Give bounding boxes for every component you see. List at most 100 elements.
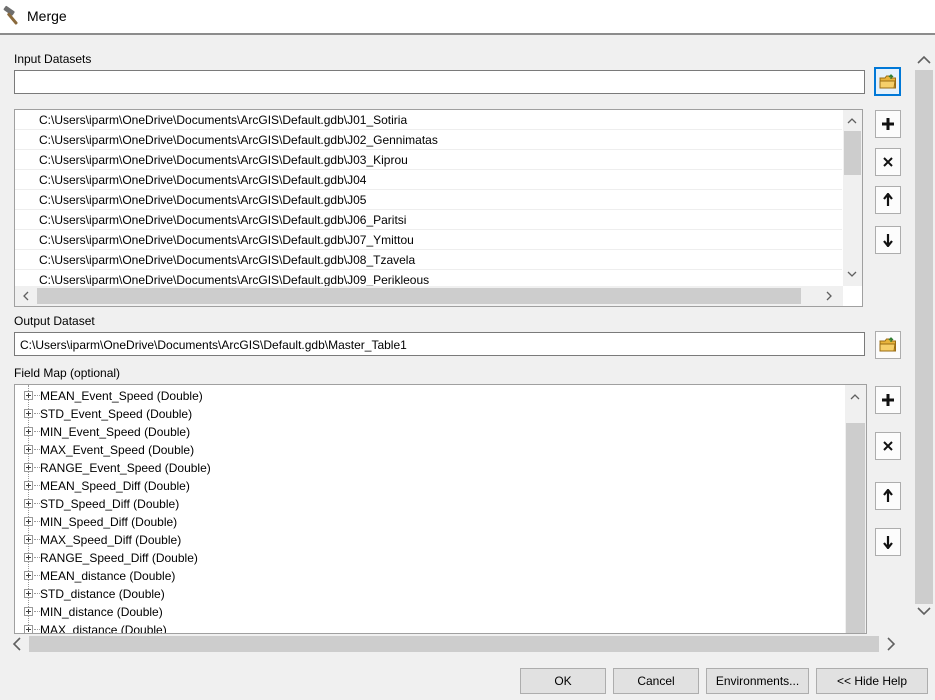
move-field-up-button[interactable]	[875, 482, 901, 510]
hide-help-button[interactable]: << Hide Help	[816, 668, 928, 694]
field-map-item[interactable]: MEAN_Speed_Diff (Double)	[15, 477, 835, 495]
add-field-button[interactable]	[875, 386, 901, 414]
chevron-left-icon[interactable]	[17, 288, 33, 304]
input-list-vscroll[interactable]	[843, 110, 862, 286]
input-dataset-row[interactable]: C:\Users\iparm\OneDrive\Documents\ArcGIS…	[15, 190, 842, 210]
input-list-vscroll-thumb[interactable]	[844, 131, 861, 175]
field-map-item[interactable]: MEAN_Event_Speed (Double)	[15, 387, 835, 405]
field-map-item-label: STD_Speed_Diff (Double)	[40, 497, 180, 511]
input-dataset-row[interactable]: C:\Users\iparm\OneDrive\Documents\ArcGIS…	[15, 210, 842, 230]
ok-button[interactable]: OK	[520, 668, 606, 694]
expand-plus-icon[interactable]	[24, 517, 33, 526]
input-dataset-row[interactable]: C:\Users\iparm\OneDrive\Documents\ArcGIS…	[15, 250, 842, 270]
chevron-down-icon[interactable]	[844, 266, 860, 282]
input-datasets-label: Input Datasets	[14, 52, 92, 66]
arrow-up-icon	[883, 489, 893, 502]
field-map-item[interactable]: MEAN_distance (Double)	[15, 567, 835, 585]
output-dataset-label: Output Dataset	[14, 314, 95, 328]
expand-plus-icon[interactable]	[24, 571, 33, 580]
hammer-icon	[3, 5, 18, 25]
add-input-button[interactable]	[875, 110, 901, 138]
field-map-item-label: MIN_Speed_Diff (Double)	[40, 515, 178, 529]
dialog-hscroll-thumb[interactable]	[29, 636, 879, 652]
field-map-item-label: MEAN_distance (Double)	[40, 569, 176, 583]
expand-plus-icon[interactable]	[24, 445, 33, 454]
field-map-item[interactable]: STD_Speed_Diff (Double)	[15, 495, 835, 513]
field-map-item[interactable]: MAX_distance (Double)	[15, 621, 835, 634]
dialog-hscroll[interactable]	[0, 634, 913, 654]
chevron-up-icon[interactable]	[844, 112, 860, 128]
field-map-item[interactable]: STD_distance (Double)	[15, 585, 835, 603]
chevron-down-icon[interactable]	[916, 603, 932, 619]
input-datasets-list: C:\Users\iparm\OneDrive\Documents\ArcGIS…	[14, 109, 863, 307]
input-dataset-row[interactable]: C:\Users\iparm\OneDrive\Documents\ArcGIS…	[15, 150, 842, 170]
merge-dialog: Merge Input Datasets C:\Users\iparm\OneD…	[0, 0, 935, 700]
cancel-button[interactable]: Cancel	[613, 668, 699, 694]
input-dataset-row[interactable]: C:\Users\iparm\OneDrive\Documents\ArcGIS…	[15, 130, 842, 150]
output-dataset-field[interactable]: C:\Users\iparm\OneDrive\Documents\ArcGIS…	[14, 332, 865, 356]
field-map-vscroll-thumb[interactable]	[846, 423, 865, 633]
field-map-item-label: RANGE_Event_Speed (Double)	[40, 461, 211, 475]
field-map-item-label: STD_Event_Speed (Double)	[40, 407, 193, 421]
cross-icon	[883, 157, 893, 167]
plus-icon	[882, 118, 894, 130]
input-dataset-row[interactable]: C:\Users\iparm\OneDrive\Documents\ArcGIS…	[15, 170, 842, 190]
input-dataset-row[interactable]: C:\Users\iparm\OneDrive\Documents\ArcGIS…	[15, 110, 842, 130]
field-map-item-label: MIN_Event_Speed (Double)	[40, 425, 191, 439]
arrow-up-icon	[883, 193, 893, 206]
expand-plus-icon[interactable]	[24, 463, 33, 472]
expand-plus-icon[interactable]	[24, 409, 33, 418]
field-map-item[interactable]: MIN_Event_Speed (Double)	[15, 423, 835, 441]
move-input-down-button[interactable]	[875, 226, 901, 254]
field-map-item-label: MIN_distance (Double)	[40, 605, 163, 619]
chevron-up-icon[interactable]	[916, 51, 932, 67]
remove-input-button[interactable]	[875, 148, 901, 176]
field-map-tree: MEAN_Event_Speed (Double) STD_Event_Speed…	[14, 384, 867, 634]
field-map-item-label: MAX_distance (Double)	[40, 623, 167, 634]
output-browse-button[interactable]	[875, 331, 901, 359]
expand-plus-icon[interactable]	[24, 481, 33, 490]
field-map-item[interactable]: MIN_Speed_Diff (Double)	[15, 513, 835, 531]
chevron-up-icon[interactable]	[847, 388, 863, 404]
field-map-item-label: RANGE_Speed_Diff (Double)	[40, 551, 198, 565]
field-map-item[interactable]: RANGE_Speed_Diff (Double)	[15, 549, 835, 567]
expand-plus-icon[interactable]	[24, 535, 33, 544]
browse-folder-icon	[879, 337, 896, 352]
dialog-vscroll-thumb[interactable]	[915, 70, 933, 604]
arrow-down-icon	[883, 234, 893, 247]
dialog-vscroll[interactable]	[913, 48, 935, 622]
field-map-item-label: MAX_Speed_Diff (Double)	[40, 533, 182, 547]
field-map-item-label: MEAN_Event_Speed (Double)	[40, 389, 203, 403]
input-list-hscroll-thumb[interactable]	[37, 288, 801, 304]
expand-plus-icon[interactable]	[24, 607, 33, 616]
expand-plus-icon[interactable]	[24, 499, 33, 508]
window-title: Merge	[27, 8, 67, 24]
move-field-down-button[interactable]	[875, 528, 901, 556]
cross-icon	[883, 441, 893, 451]
expand-plus-icon[interactable]	[24, 391, 33, 400]
delete-field-button[interactable]	[875, 432, 901, 460]
field-map-item[interactable]: MAX_Event_Speed (Double)	[15, 441, 835, 459]
field-map-item[interactable]: RANGE_Event_Speed (Double)	[15, 459, 835, 477]
input-list-hscroll[interactable]	[15, 286, 843, 306]
field-map-item[interactable]: MIN_distance (Double)	[15, 603, 835, 621]
environments-button[interactable]: Environments...	[706, 668, 809, 694]
chevron-right-icon[interactable]	[883, 636, 899, 652]
field-map-label: Field Map (optional)	[14, 366, 121, 380]
field-map-item[interactable]: STD_Event_Speed (Double)	[15, 405, 835, 423]
field-map-item[interactable]: MAX_Speed_Diff (Double)	[15, 531, 835, 549]
expand-plus-icon[interactable]	[24, 553, 33, 562]
browse-folder-icon	[878, 73, 896, 88]
chevron-right-icon[interactable]	[821, 288, 837, 304]
expand-plus-icon[interactable]	[24, 625, 33, 633]
expand-plus-icon[interactable]	[24, 589, 33, 598]
input-browse-button[interactable]	[874, 67, 901, 96]
expand-plus-icon[interactable]	[24, 427, 33, 436]
input-datasets-field[interactable]	[14, 70, 865, 94]
field-map-item-label: MEAN_Speed_Diff (Double)	[40, 479, 190, 493]
field-map-vscroll[interactable]	[845, 385, 866, 633]
move-input-up-button[interactable]	[875, 186, 901, 214]
plus-icon	[882, 394, 894, 406]
input-dataset-row[interactable]: C:\Users\iparm\OneDrive\Documents\ArcGIS…	[15, 230, 842, 250]
chevron-left-icon[interactable]	[8, 636, 24, 652]
